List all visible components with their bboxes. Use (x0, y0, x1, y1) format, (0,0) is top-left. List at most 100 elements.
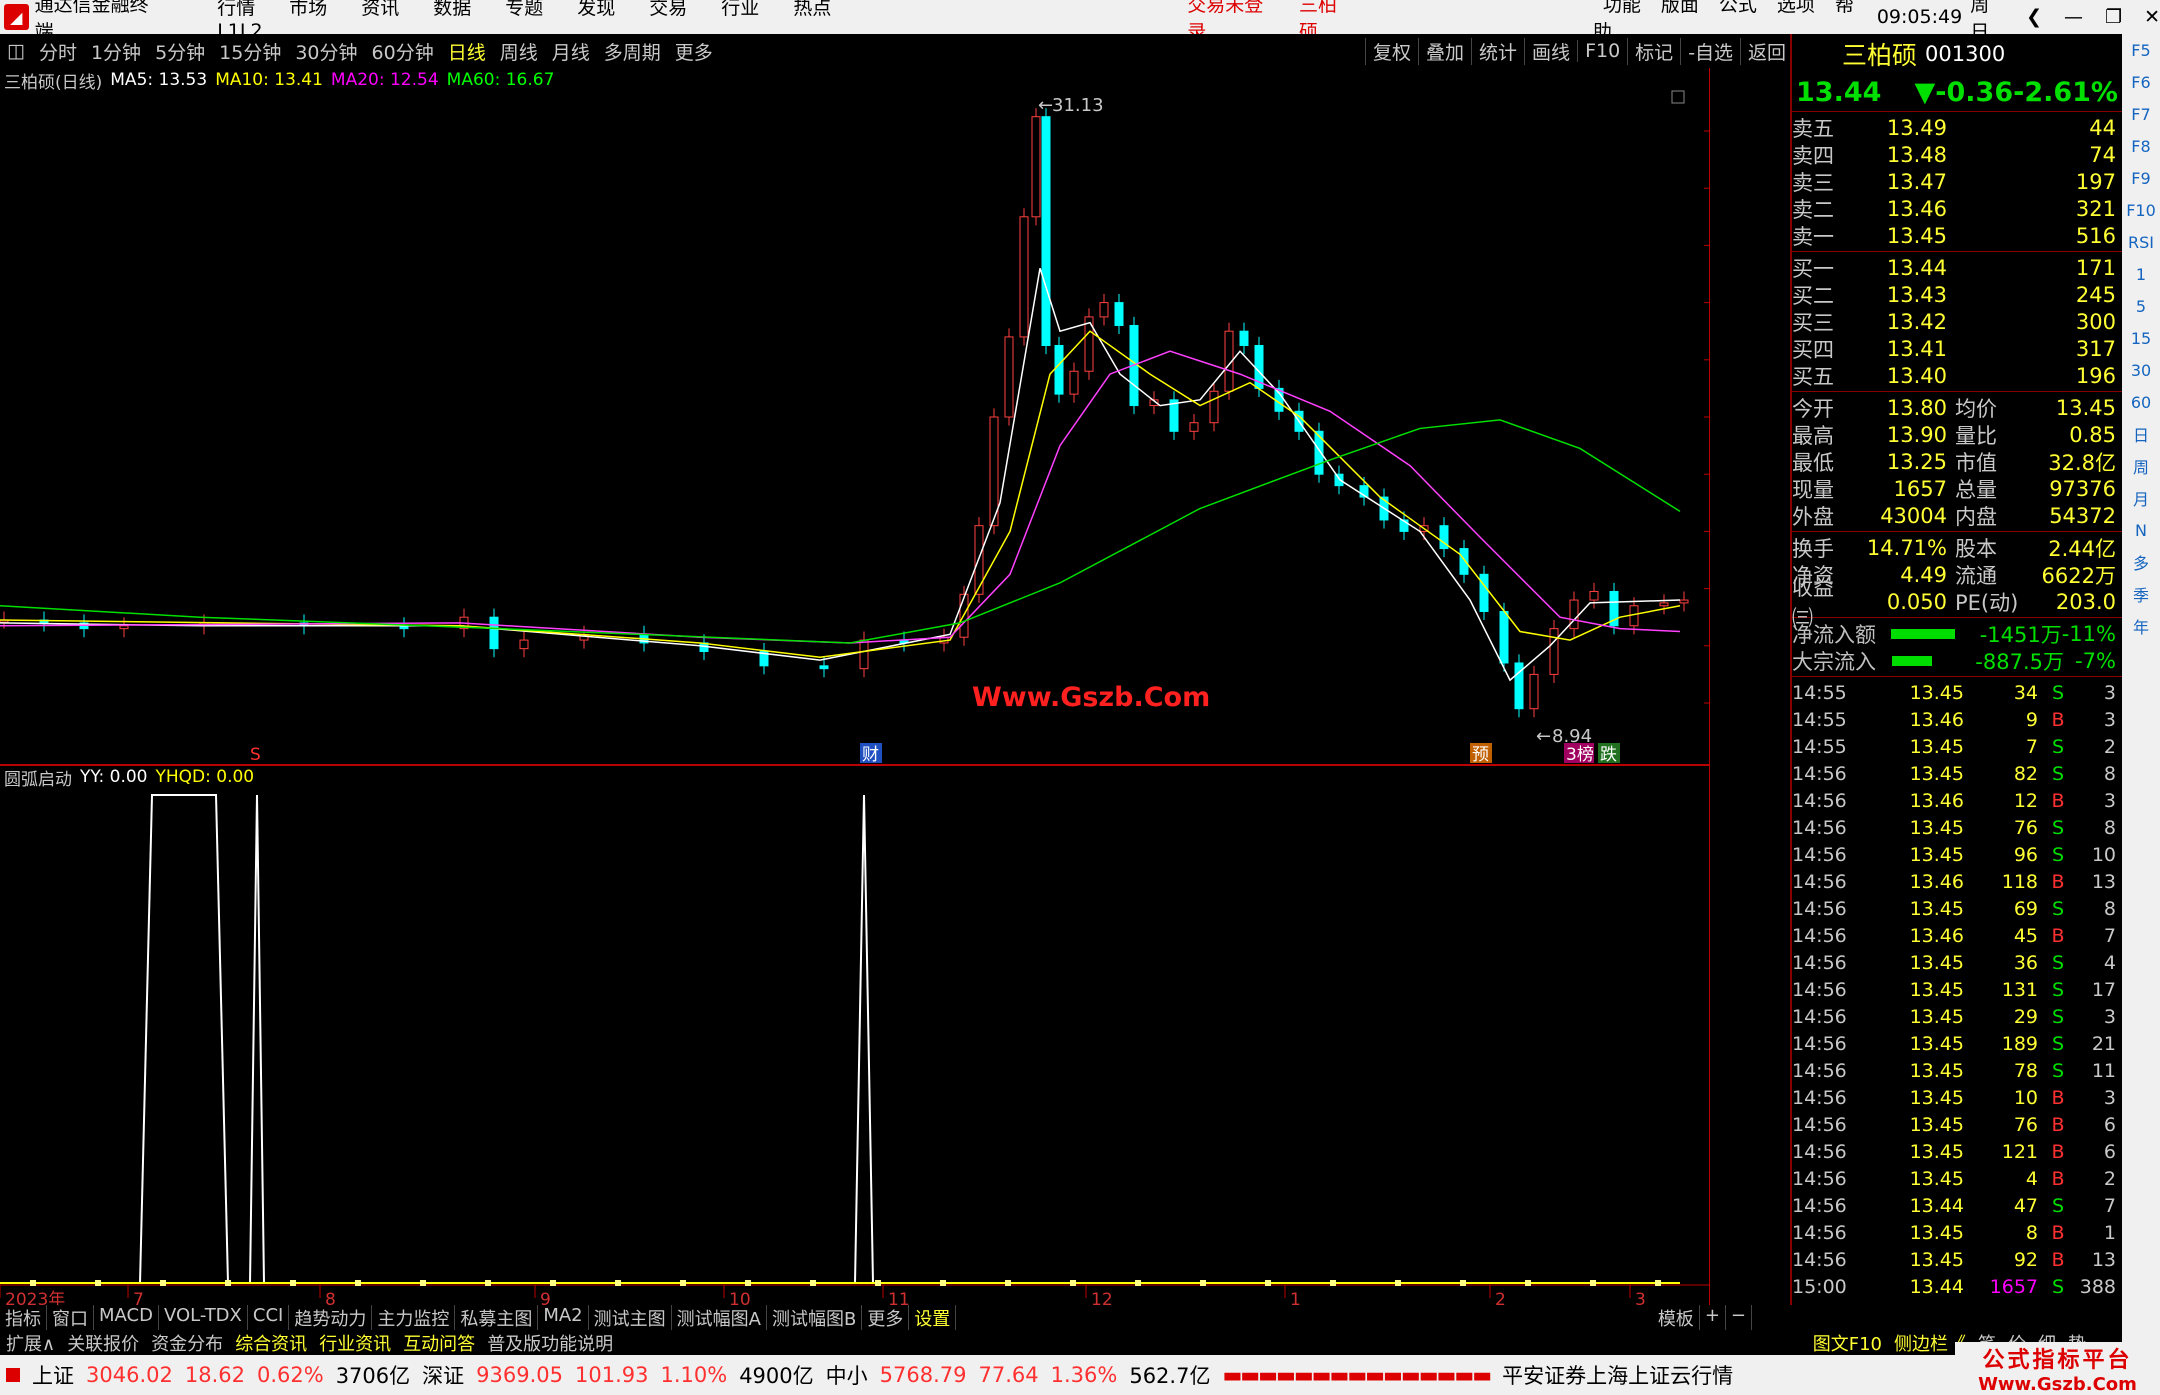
trade-row[interactable]: 14:56 13.45 189 S 21 (1792, 1030, 2122, 1057)
close-icon[interactable]: ✕ (2144, 6, 2160, 28)
period-tab[interactable]: 日线 (441, 38, 493, 65)
vtool-button[interactable]: F8 (2122, 130, 2160, 162)
template-button[interactable]: 模板 (1653, 1304, 1700, 1331)
trade-row[interactable]: 14:56 13.45 96 S 10 (1792, 841, 2122, 868)
trade-row[interactable]: 14:56 13.45 76 B 6 (1792, 1111, 2122, 1138)
vtool-button[interactable]: F7 (2122, 98, 2160, 130)
indicator-tab[interactable]: 更多 (862, 1304, 910, 1331)
kline-chart[interactable]: 30.0028.0026.0024.0022.0020.0018.0016.00… (0, 68, 1778, 1321)
extension-tab[interactable]: 关联报价 (61, 1330, 145, 1356)
period-tab[interactable]: 15分钟 (212, 38, 288, 65)
period-tab[interactable]: 1分钟 (84, 38, 148, 65)
trade-list[interactable]: 14:55 13.45 34 S 3 14:55 13.46 9 B 3 14:55 13.45 7 S 2… (1792, 677, 2122, 1302)
indicator-tab[interactable]: 趋势动力 (289, 1304, 373, 1331)
tool-button[interactable]: 复权 (1365, 37, 1418, 65)
indicator-tab[interactable]: 测试幅图B (767, 1304, 863, 1331)
panel-toggle-icon[interactable]: ◫ (0, 40, 32, 62)
menu-item[interactable]: 交易 (649, 0, 687, 19)
extension-tab[interactable]: 普及版功能说明 (481, 1330, 619, 1356)
tool-button[interactable]: 返回 (1740, 37, 1793, 65)
tool-button[interactable]: 标记 (1627, 37, 1680, 65)
vtool-button[interactable]: 年 (2122, 610, 2160, 642)
trade-row[interactable]: 14:56 13.45 92 B 13 (1792, 1246, 2122, 1273)
side-button[interactable]: 图文F10 (1807, 1330, 1888, 1356)
right-menu-item[interactable]: 版面 (1661, 0, 1699, 16)
menu-item[interactable]: 专题 (505, 0, 543, 19)
vtool-button[interactable]: 1 (2122, 258, 2160, 290)
indicator-tab[interactable]: CCI (248, 1304, 290, 1331)
trade-row[interactable]: 14:56 13.45 69 S 8 (1792, 895, 2122, 922)
trade-row[interactable]: 14:56 13.45 4 B 2 (1792, 1165, 2122, 1192)
template-button[interactable]: − (1726, 1304, 1752, 1331)
tool-button[interactable]: 画线 (1524, 37, 1577, 65)
period-tab[interactable]: 更多 (668, 38, 720, 65)
trade-row[interactable]: 14:55 13.45 7 S 2 (1792, 733, 2122, 760)
menu-item[interactable]: 行情 (217, 0, 255, 19)
trade-row[interactable]: 14:56 13.46 118 B 13 (1792, 868, 2122, 895)
trade-row[interactable]: 14:56 13.45 76 S 8 (1792, 814, 2122, 841)
trade-row[interactable]: 14:56 13.45 121 B 6 (1792, 1138, 2122, 1165)
tool-button[interactable]: 叠加 (1418, 37, 1471, 65)
period-tab[interactable]: 5分钟 (148, 38, 212, 65)
tool-button[interactable]: -自选 (1680, 37, 1740, 65)
trade-row[interactable]: 14:56 13.46 45 B 7 (1792, 922, 2122, 949)
vtool-button[interactable]: 30 (2122, 354, 2160, 386)
indicator-tab[interactable]: 测试幅图A (672, 1304, 767, 1331)
trade-row[interactable]: 15:00 13.44 1657 S 388 (1792, 1273, 2122, 1300)
indicator-tab[interactable]: 测试主图 (589, 1304, 672, 1331)
sh-label[interactable]: 上证 (32, 1360, 74, 1390)
trade-row[interactable]: 14:56 13.45 36 S 4 (1792, 949, 2122, 976)
indicator-tab[interactable]: MACD (94, 1304, 159, 1331)
menu-item[interactable]: 资讯 (361, 0, 399, 19)
vtool-button[interactable]: 日 (2122, 418, 2160, 450)
vtool-button[interactable]: RSI (2122, 226, 2160, 258)
period-tab[interactable]: 月线 (545, 38, 597, 65)
indicator-tab[interactable]: 窗口 (47, 1304, 94, 1331)
indicator-tab[interactable]: 设置 (909, 1304, 957, 1331)
template-button[interactable]: + (1700, 1304, 1726, 1331)
zx-label[interactable]: 中小 (826, 1360, 868, 1390)
indicator-tab[interactable]: MA2 (538, 1304, 589, 1331)
extension-tab[interactable]: 综合资讯 (229, 1330, 313, 1356)
extension-tab[interactable]: 资金分布 (145, 1330, 229, 1356)
right-menu-item[interactable]: 选项 (1777, 0, 1815, 16)
trade-row[interactable]: 14:55 13.46 9 B 3 (1792, 706, 2122, 733)
vtool-button[interactable]: 季 (2122, 578, 2160, 610)
trade-row[interactable]: 14:56 13.46 12 B 3 (1792, 787, 2122, 814)
right-menu-item[interactable]: 公式 (1719, 0, 1757, 16)
menu-item[interactable]: 发现 (577, 0, 615, 19)
period-tab[interactable]: 多周期 (597, 38, 668, 65)
right-menu-item[interactable]: 功能 (1603, 0, 1641, 16)
indicator-tab[interactable]: 私募主图 (455, 1304, 539, 1331)
period-tab[interactable]: 周线 (493, 38, 545, 65)
vtool-button[interactable]: 15 (2122, 322, 2160, 354)
extension-tab[interactable]: 互动问答 (397, 1330, 481, 1356)
indicator-tab[interactable]: VOL-TDX (159, 1304, 248, 1331)
menu-item[interactable]: 市场 (289, 0, 327, 19)
menu-item[interactable]: 行业 (721, 0, 759, 19)
vtool-button[interactable]: F6 (2122, 66, 2160, 98)
minimize-icon[interactable]: — (2064, 6, 2083, 28)
menu-item[interactable]: 热点 (793, 0, 831, 19)
tool-button[interactable]: 统计 (1471, 37, 1524, 65)
extension-tab[interactable]: 扩展∧ (0, 1330, 61, 1356)
trade-row[interactable]: 14:56 13.44 47 S 7 (1792, 1192, 2122, 1219)
vtool-button[interactable]: N (2122, 514, 2160, 546)
trade-row[interactable]: 14:55 13.45 34 S 3 (1792, 679, 2122, 706)
vtool-button[interactable]: 60 (2122, 386, 2160, 418)
extension-tab[interactable]: 行业资讯 (313, 1330, 397, 1356)
vtool-button[interactable]: F10 (2122, 194, 2160, 226)
trade-row[interactable]: 14:56 13.45 78 S 11 (1792, 1057, 2122, 1084)
period-tab[interactable]: 30分钟 (288, 38, 364, 65)
trade-row[interactable]: 14:56 13.45 82 S 8 (1792, 760, 2122, 787)
restore-icon[interactable]: ❐ (2105, 6, 2122, 28)
period-tab[interactable]: 60分钟 (365, 38, 441, 65)
chart-area[interactable]: 30.0028.0026.0024.0022.0020.0018.0016.00… (0, 68, 1778, 1321)
tool-button[interactable]: F10 (1577, 40, 1627, 62)
period-tab[interactable]: 分时 (32, 38, 84, 65)
menu-item[interactable]: 数据 (433, 0, 471, 19)
vtool-button[interactable]: F9 (2122, 162, 2160, 194)
vtool-button[interactable]: 多 (2122, 546, 2160, 578)
indicator-tab[interactable]: 主力监控 (372, 1304, 456, 1331)
indicator-tab[interactable]: 指标 (0, 1304, 47, 1331)
